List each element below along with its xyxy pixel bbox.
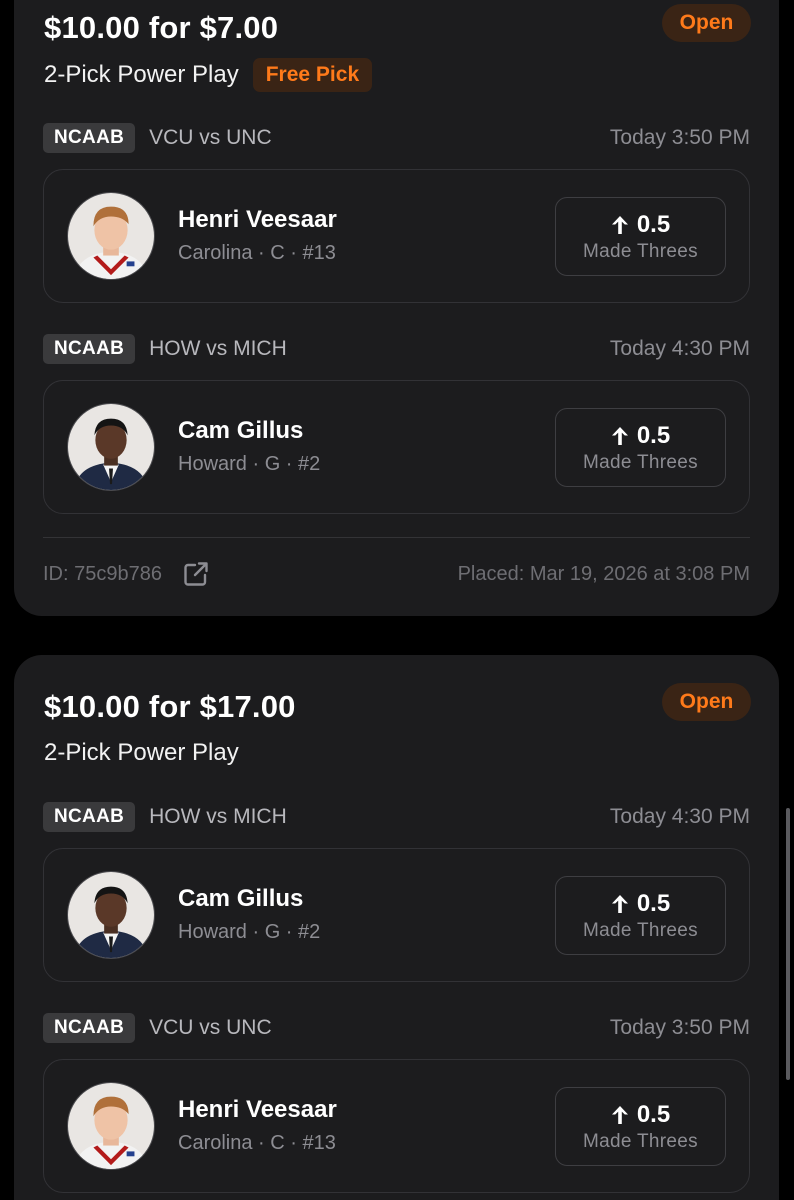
player-meta: Howard · G · #2 [178,921,321,943]
matchup: VCU vs UNC [149,126,272,149]
pick-card[interactable]: Cam Gillus Howard · G · #2 0.5 Made Thre… [43,848,750,982]
match-row: NCAAB HOW vs MICH Today 4:30 PM [43,800,750,834]
line-stat: Made Threes [583,240,698,262]
player-meta: Howard · G · #2 [178,453,321,475]
player-avatar-cam-gillus [67,871,155,959]
player-meta: Carolina · C · #13 [178,1132,336,1154]
line-value: 0.5 [636,889,671,917]
line-value-row: 0.5 [611,890,670,918]
pick-card[interactable]: Cam Gillus Howard · G · #2 0.5 Made Thre… [43,380,750,514]
player-name: Henri Veesaar [178,1096,337,1123]
arrow-up-icon [611,1105,628,1124]
play-type: 2-Pick Power Play [44,739,239,766]
matchup: VCU vs UNC [149,1016,272,1039]
bet-amount: $10.00 for $17.00 [44,689,296,724]
divider [43,537,750,538]
player-name: Cam Gillus [178,885,304,912]
match-time: Today 3:50 PM [609,126,750,149]
arrow-up-icon [611,894,628,913]
line-box[interactable]: 0.5 Made Threes [555,408,726,487]
bet-id: ID: 75c9b786 [43,562,162,585]
player-meta: Carolina · C · #13 [178,242,336,264]
league-tag: NCAAB [43,1013,136,1043]
line-value-row: 0.5 [611,1101,670,1129]
status-badge: Open [662,4,751,42]
match-row: NCAAB VCU vs UNC Today 3:50 PM [43,121,750,155]
player-avatar-henri-veesaar [67,1082,155,1170]
external-link-icon[interactable] [182,560,210,588]
match-time: Today 4:30 PM [609,805,750,828]
matchup: HOW vs MICH [149,805,287,828]
bet-amount: $10.00 for $7.00 [44,10,279,45]
pick-card[interactable]: Henri Veesaar Carolina · C · #13 0.5 Mad… [43,1059,750,1193]
line-value-row: 0.5 [611,211,670,239]
scrollbar[interactable] [786,808,790,1080]
line-box[interactable]: 0.5 Made Threes [555,876,726,955]
arrow-up-icon [611,215,628,234]
arrow-up-icon [611,426,628,445]
league-tag: NCAAB [43,334,136,364]
player-avatar-cam-gillus [67,403,155,491]
match-row: NCAAB VCU vs UNC Today 3:50 PM [43,1011,750,1045]
league-tag: NCAAB [43,802,136,832]
bet-card[interactable]: $10.00 for $17.00 Open 2-Pick Power Play… [14,655,779,1200]
player-name: Henri Veesaar [178,206,337,233]
line-value: 0.5 [636,210,671,238]
placed-timestamp: Placed: Mar 19, 2026 at 3:08 PM [457,562,750,585]
line-box[interactable]: 0.5 Made Threes [555,1087,726,1166]
match-time: Today 3:50 PM [609,1016,750,1039]
bet-footer: ID: 75c9b786 Placed: Mar 19, 2026 at 3:0… [43,557,750,591]
line-value-row: 0.5 [611,422,670,450]
line-value: 0.5 [636,1100,671,1128]
match-row: NCAAB HOW vs MICH Today 4:30 PM [43,332,750,366]
line-stat: Made Threes [583,451,698,473]
match-time: Today 4:30 PM [609,337,750,360]
league-tag: NCAAB [43,123,136,153]
player-avatar-henri-veesaar [67,192,155,280]
pick-card[interactable]: Henri Veesaar Carolina · C · #13 0.5 Mad… [43,169,750,303]
play-type-row: 2-Pick Power Play Free Pick [44,58,373,92]
status-badge: Open [662,683,751,721]
bet-card[interactable]: $10.00 for $7.00 Open 2-Pick Power Play … [14,0,779,616]
bets-list[interactable]: $10.00 for $7.00 Open 2-Pick Power Play … [0,0,794,1200]
free-pick-badge: Free Pick [252,58,373,92]
player-name: Cam Gillus [178,417,304,444]
play-type-row: 2-Pick Power Play [44,739,239,767]
play-type: 2-Pick Power Play [44,61,239,88]
line-stat: Made Threes [583,1130,698,1152]
line-value: 0.5 [636,421,671,449]
matchup: HOW vs MICH [149,337,287,360]
line-stat: Made Threes [583,919,698,941]
line-box[interactable]: 0.5 Made Threes [555,197,726,276]
